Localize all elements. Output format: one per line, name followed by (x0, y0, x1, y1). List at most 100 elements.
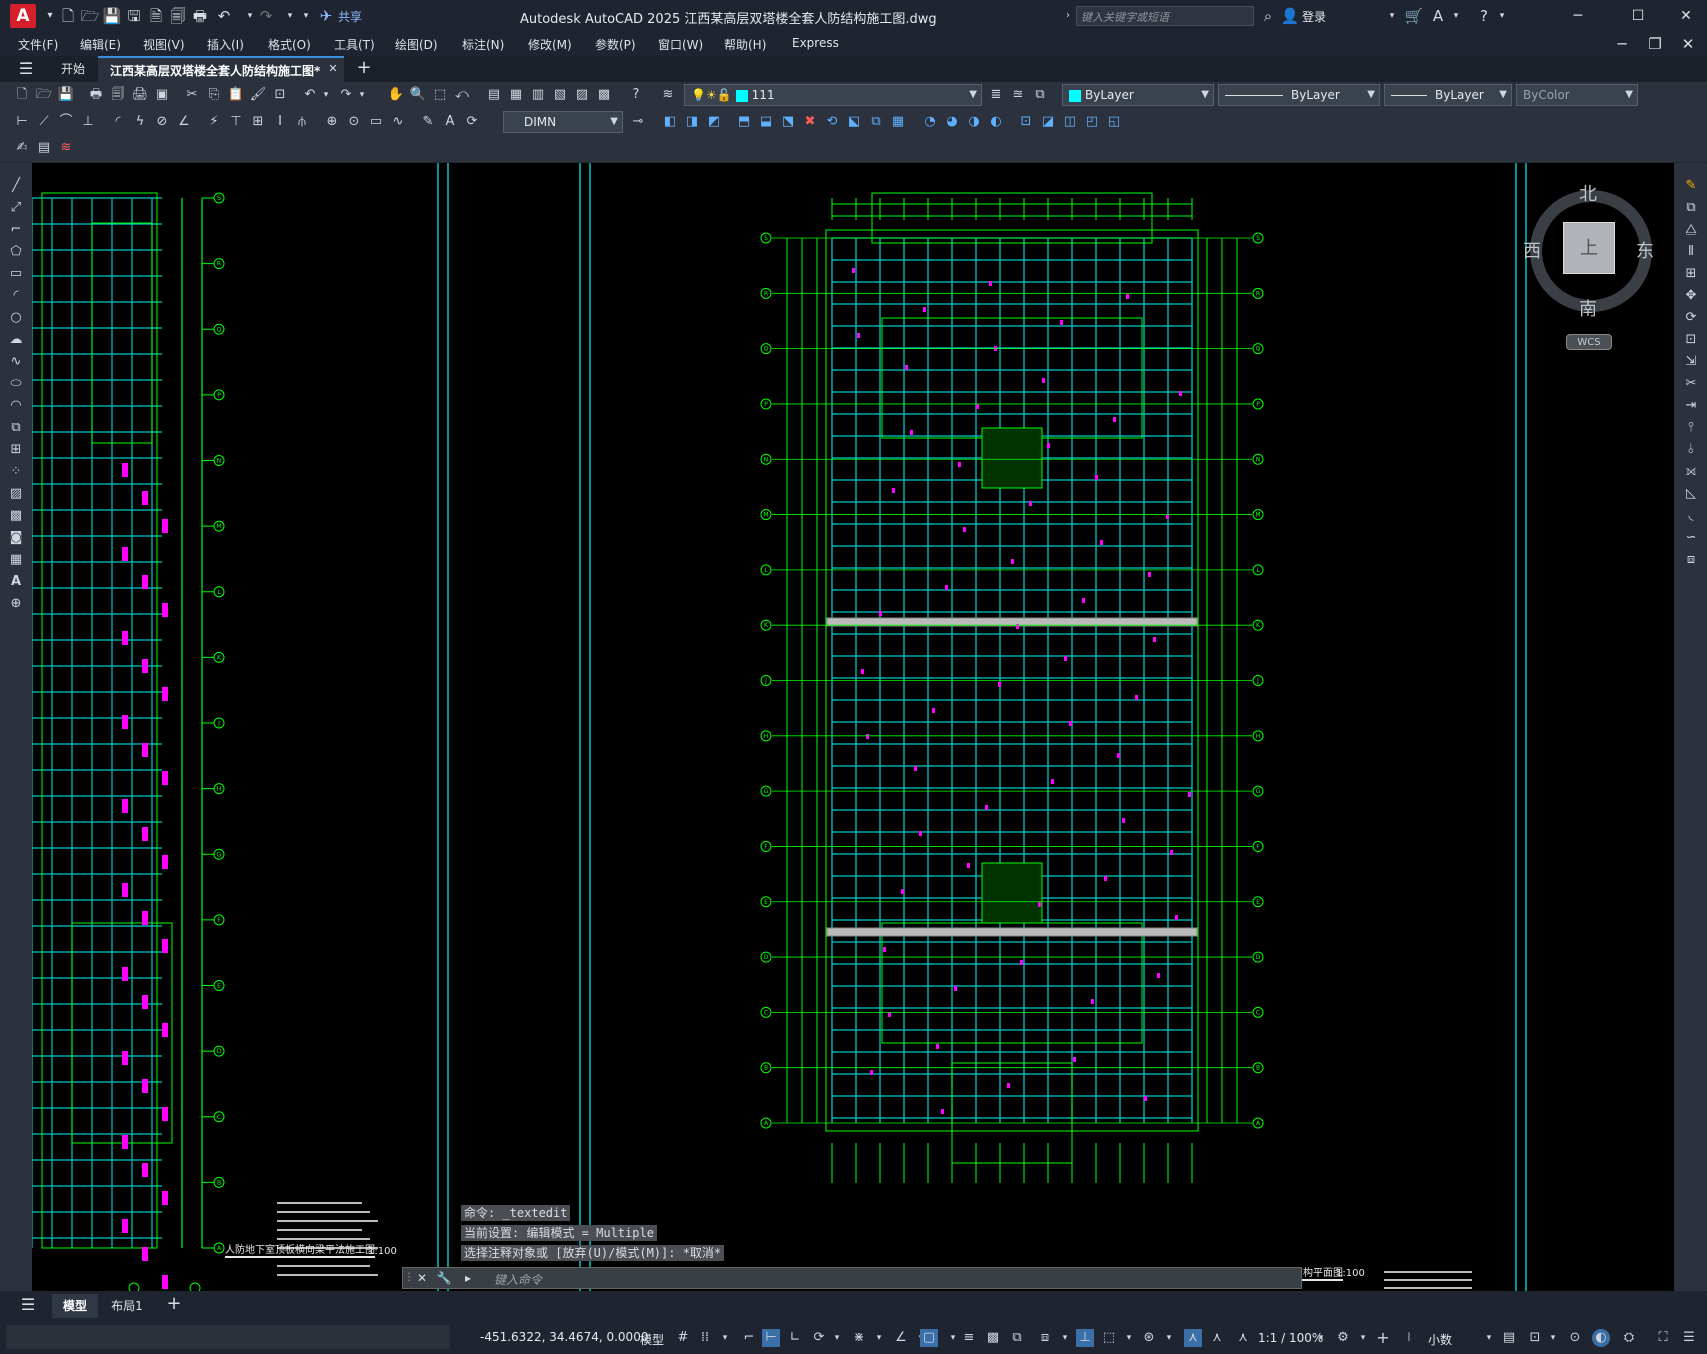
mtext-icon[interactable]: A (5, 572, 27, 592)
dim-space-icon[interactable]: I (270, 112, 290, 132)
open-folder-icon[interactable]: 🗁 (80, 6, 100, 26)
minimize-icon[interactable]: ─ (1560, 4, 1596, 28)
dim-radius-icon[interactable]: ◜ (108, 112, 128, 132)
lineweight-dropdown[interactable]: ByLayer ▼ (1384, 84, 1512, 106)
hardware-acceleration-icon[interactable]: ◐ (1592, 1329, 1610, 1347)
compass-south-label[interactable]: 南 (1579, 295, 1597, 321)
dim-aligned-icon[interactable]: ⟋ (34, 112, 54, 132)
point-icon[interactable]: ⁘ (5, 462, 27, 482)
login-button[interactable]: 登录 (1302, 8, 1326, 25)
tb-block-editor-icon[interactable]: ⊡ (270, 85, 290, 105)
tab-close-icon[interactable]: ✕ (323, 59, 343, 79)
dim-update-icon[interactable]: ⟳ (462, 112, 482, 132)
tb-3d-print-icon[interactable]: ▣ (152, 85, 172, 105)
object-snap-icon[interactable]: ▢ (920, 1329, 938, 1347)
search-icon[interactable]: ⌕ (1258, 6, 1278, 26)
tb-sheet-set-icon[interactable]: ▧ (550, 85, 570, 105)
polar-tracking-icon[interactable]: ⟳ (810, 1329, 828, 1347)
tb-layer-properties-icon[interactable]: ≋ (658, 85, 678, 105)
tb-pan-icon[interactable]: ✋ (386, 85, 406, 105)
share-icon[interactable]: ✈ (316, 6, 336, 26)
center-mark-icon[interactable]: ⊙ (344, 112, 364, 132)
polyline-icon[interactable]: ⌐ (5, 220, 27, 240)
tab-layout1[interactable]: 布局1 (104, 1294, 150, 1318)
dim-break-icon[interactable]: ⫛ (292, 112, 312, 132)
customize-qat-icon[interactable]: ▾ (296, 6, 316, 26)
polygon-icon[interactable]: ⬠ (5, 242, 27, 262)
dim-quick-icon[interactable]: ⚡ (204, 112, 224, 132)
ellipse-icon[interactable]: ⬭ (5, 374, 27, 394)
selection-filter-icon[interactable]: ⬚ (1100, 1329, 1118, 1347)
dim-arc-icon[interactable]: ⌒ (56, 112, 76, 132)
tab-drawing-file[interactable]: 江西某高层双塔楼全套人防结构施工图* (98, 56, 344, 82)
graphics-performance-icon[interactable]: ⛭ (1620, 1329, 1638, 1347)
array-icon[interactable]: ⊞ (1680, 264, 1702, 284)
auto-scale-icon[interactable]: ⋏ (1208, 1329, 1226, 1347)
dim-ordinate-icon[interactable]: ⊥ (78, 112, 98, 132)
tb-color-edges-icon[interactable]: ◰ (1082, 112, 1102, 132)
tb-plot-icon[interactable]: 🖶 (86, 85, 106, 105)
fillet-icon[interactable]: ◟ (1680, 506, 1702, 526)
a360-dropdown-icon[interactable]: ▾ (1446, 6, 1466, 26)
open-web-icon[interactable]: 🗎 (146, 6, 166, 26)
tb-layer-previous-icon[interactable]: ≊ (1008, 85, 1028, 105)
tb-design-center-icon[interactable]: ▦ (506, 85, 526, 105)
snap-dropdown-icon[interactable]: ▾ (716, 1329, 734, 1347)
annotation-monitor-plus-icon[interactable]: + (1374, 1329, 1392, 1347)
selection-cycling-icon[interactable]: ⧉ (1008, 1329, 1026, 1347)
tb-check-icon[interactable]: ⊡ (1016, 112, 1036, 132)
gizmo-icon[interactable]: ⊛ (1140, 1329, 1158, 1347)
move-icon[interactable]: ✥ (1680, 286, 1702, 306)
doc-close-icon[interactable]: ✕ (1678, 34, 1698, 54)
save-web-icon[interactable]: 🗐 (168, 6, 188, 26)
transparency-icon[interactable]: ▩ (984, 1329, 1002, 1347)
wcs-menu-button[interactable]: WCS (1566, 334, 1612, 350)
copy-icon[interactable]: ⧉ (1680, 198, 1702, 218)
dim-continue-icon[interactable]: ⊞ (248, 112, 268, 132)
tb-imprint-icon[interactable]: ◔ (920, 112, 940, 132)
menu-edit[interactable]: 编辑(E) (80, 36, 121, 53)
menu-modify[interactable]: 修改(M) (528, 36, 572, 53)
menu-view[interactable]: 视图(V) (143, 36, 185, 53)
dynamic-input-icon[interactable]: ⊢ (762, 1329, 780, 1347)
tb-save-icon[interactable]: 💾 (56, 85, 76, 105)
help-icon[interactable]: ? (1474, 6, 1494, 26)
make-block-icon[interactable]: ⊞ (5, 440, 27, 460)
doc-minimize-icon[interactable]: ─ (1612, 34, 1632, 54)
isodraft-icon[interactable]: ⋇ (850, 1329, 868, 1347)
tb-rotate-faces-icon[interactable]: ⟲ (822, 112, 842, 132)
tolerance-icon[interactable]: ⊕ (322, 112, 342, 132)
maximize-icon[interactable]: ☐ (1620, 4, 1656, 28)
plotstyle-dropdown[interactable]: ByColor ▼ (1516, 84, 1638, 106)
hamburger-menu-icon[interactable]: ☰ (16, 59, 36, 79)
tb-cut-icon[interactable]: ✂ (182, 85, 202, 105)
line-icon[interactable]: ╱ (5, 176, 27, 196)
ortho-icon[interactable]: ∟ (786, 1329, 804, 1347)
command-prompt-icon[interactable]: ▸ (458, 1268, 478, 1288)
lineweight-display-icon[interactable]: ≡ (960, 1329, 978, 1347)
tb-separate-icon[interactable]: ◑ (964, 112, 984, 132)
gradient-icon[interactable]: ▩ (5, 506, 27, 526)
tb-extrude-faces-icon[interactable]: ⬒ (734, 112, 754, 132)
stretch-icon[interactable]: ⇲ (1680, 352, 1702, 372)
tb-copy-faces-icon[interactable]: ⧉ (866, 112, 886, 132)
isolate-objects-icon[interactable]: ⊙ (1566, 1329, 1584, 1347)
add-selected-icon[interactable]: ⊕ (5, 594, 27, 614)
dynamic-ucs-icon[interactable]: ⊥ (1076, 1329, 1094, 1347)
compass-west-label[interactable]: 西 (1523, 237, 1541, 263)
drawing-canvas[interactable]: S R Q P N M L K J H G F E D C B A S S R R Q Q P P N N M M L L K K J J H H G G F… (32, 163, 1674, 1291)
tb-delete-faces-icon[interactable]: ✖ (800, 112, 820, 132)
dimstyle-dropdown[interactable]: DIMN ▼ (503, 111, 623, 133)
workspace-dropdown-icon[interactable]: ▾ (1354, 1329, 1372, 1347)
dim-edit-icon[interactable]: ✎ (418, 112, 438, 132)
menu-draw[interactable]: 绘图(D) (395, 36, 438, 53)
3d-osnap-dropdown-icon[interactable]: ▾ (1056, 1329, 1074, 1347)
infer-constraints-icon[interactable]: ⌐ (740, 1329, 758, 1347)
compass-east-label[interactable]: 东 (1636, 237, 1654, 263)
tb-union-icon[interactable]: ◧ (660, 112, 680, 132)
tb-find-replace-icon[interactable]: ≋ (56, 138, 76, 158)
tb-intersect-icon[interactable]: ◩ (704, 112, 724, 132)
isodraft-dropdown-icon[interactable]: ▾ (870, 1329, 888, 1347)
tb-open-icon[interactable]: 🗁 (34, 85, 54, 105)
region-icon[interactable]: ◙ (5, 528, 27, 548)
